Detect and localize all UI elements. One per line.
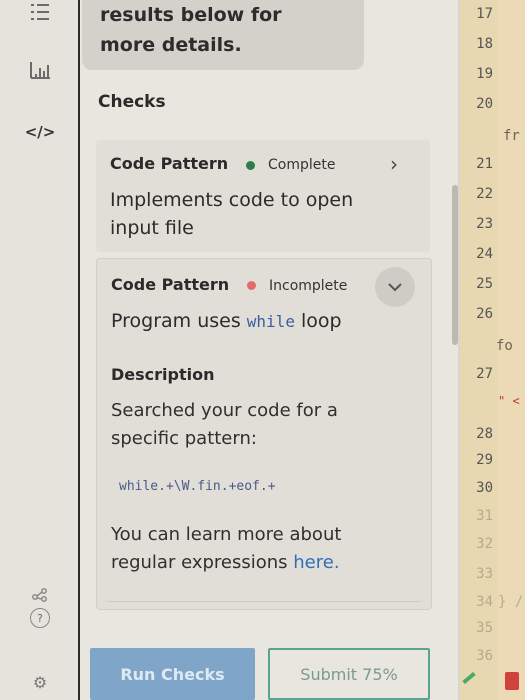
message-text: results below for more details. xyxy=(100,0,360,60)
line-number: 21 xyxy=(476,156,493,172)
message-line-1: results below for xyxy=(100,4,282,26)
regex-pattern: while.+\W.fin.+eof.+ xyxy=(119,479,276,494)
line-number: 28 xyxy=(476,426,493,442)
trash-icon[interactable] xyxy=(505,672,519,690)
line-number: 30 xyxy=(476,480,493,496)
status-dot-complete xyxy=(246,161,255,170)
code-fragment: fo xyxy=(496,338,513,354)
description-line-1: Searched your code for a xyxy=(111,400,338,421)
line-number: 17 xyxy=(476,6,493,22)
line-number: 18 xyxy=(476,36,493,52)
list-icon[interactable] xyxy=(28,0,52,24)
check-title-prefix: Program uses xyxy=(111,310,247,332)
code-icon[interactable]: </> xyxy=(25,120,56,144)
check-title-suffix: loop xyxy=(294,310,342,332)
line-number: 36 xyxy=(476,648,493,664)
divider xyxy=(107,601,421,602)
line-number: 23 xyxy=(476,216,493,232)
line-number: 32 xyxy=(476,536,493,552)
line-number: 19 xyxy=(476,66,493,82)
check-title-line-1: Implements code to open xyxy=(110,189,354,211)
line-number: 20 xyxy=(476,96,493,112)
description-text: Searched your code for a specific patter… xyxy=(111,397,411,453)
learn-more-link[interactable]: here. xyxy=(293,552,339,573)
code-fragment: } / xyxy=(498,594,524,610)
check-type-label: Code Pattern xyxy=(110,154,229,173)
check-card-complete[interactable]: Code Pattern Complete › Implements code … xyxy=(96,140,430,252)
submit-button[interactable]: Submit 75% xyxy=(268,648,430,700)
left-rail: </> ? ⚙ xyxy=(0,0,80,700)
gear-icon[interactable]: ⚙ xyxy=(28,670,52,694)
description-line-2: specific pattern: xyxy=(111,428,257,449)
line-number: 33 xyxy=(476,566,493,582)
status-dot-incomplete xyxy=(247,281,256,290)
check-type-label: Code Pattern xyxy=(111,275,230,294)
check-title-code: while xyxy=(246,312,295,331)
code-fragment: " < xyxy=(498,394,520,408)
check-card-incomplete: Code Pattern Incomplete Program uses whi… xyxy=(96,258,432,610)
message-line-2: more details. xyxy=(100,34,242,56)
status-badge: Incomplete xyxy=(269,278,348,294)
line-number: 29 xyxy=(476,452,493,468)
code-fragment: fr xyxy=(503,128,520,144)
line-number: 31 xyxy=(476,508,493,524)
help-icon[interactable]: ? xyxy=(30,608,50,628)
line-number: 34 xyxy=(476,594,493,610)
line-number: 35 xyxy=(476,620,493,636)
chevron-right-icon[interactable]: › xyxy=(390,152,398,176)
chart-icon[interactable] xyxy=(28,58,52,82)
line-number: 26 xyxy=(476,306,493,322)
status-badge: Complete xyxy=(268,157,336,173)
learn-more-text: You can learn more about regular express… xyxy=(111,521,421,577)
check-title: Implements code to open input file xyxy=(110,186,353,242)
chevron-down-icon[interactable] xyxy=(375,267,415,307)
line-number: 25 xyxy=(476,276,493,292)
line-number: 22 xyxy=(476,186,493,202)
check-title-line-2: input file xyxy=(110,217,194,239)
description-heading: Description xyxy=(111,365,215,384)
check-title: Program uses while loop xyxy=(111,307,342,336)
scrollbar-thumb[interactable] xyxy=(452,185,458,345)
line-number: 24 xyxy=(476,246,493,262)
run-checks-button[interactable]: Run Checks xyxy=(90,648,255,700)
checks-heading: Checks xyxy=(98,92,166,112)
learn-line-1: You can learn more about xyxy=(111,524,342,545)
learn-line-2: regular expressions xyxy=(111,552,294,573)
line-number: 27 xyxy=(476,366,493,382)
share-icon[interactable] xyxy=(28,583,52,607)
